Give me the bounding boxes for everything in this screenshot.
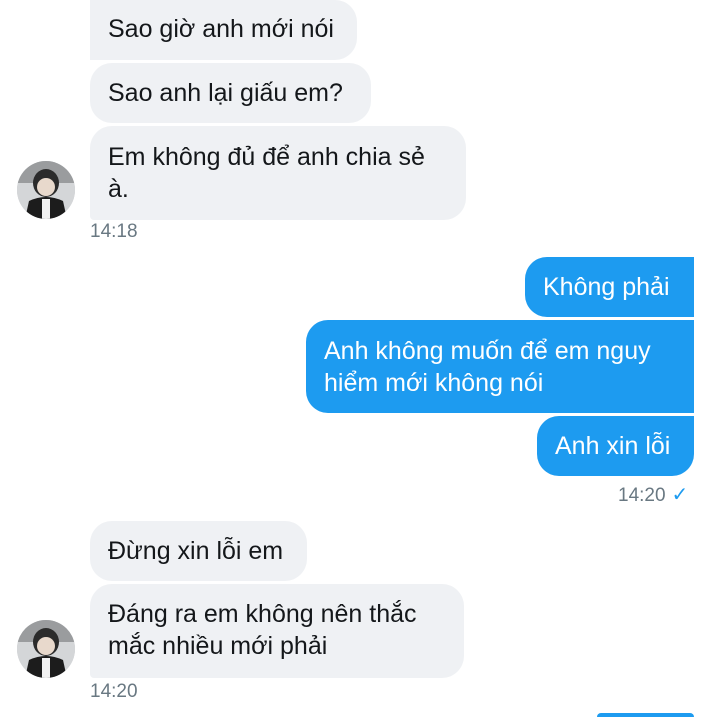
outgoing-message[interactable]: Anh xin lỗi — [537, 416, 694, 476]
timestamp: 14:20 — [618, 485, 666, 506]
incoming-message[interactable]: Đừng xin lỗi em — [90, 521, 307, 581]
chat-thread: Sao giờ anh mới nói Sao anh lại giấu em?… — [0, 0, 720, 717]
incoming-message[interactable]: Đáng ra em không nên thắc mắc nhiều mới … — [90, 584, 464, 678]
avatar[interactable] — [17, 161, 75, 219]
outgoing-message[interactable]: Anh không muốn để em nguy hiểm mới không… — [306, 320, 694, 413]
incoming-message[interactable]: Em không đủ để anh chia sẻ à. — [90, 126, 466, 220]
avatar[interactable] — [17, 620, 75, 678]
timestamp: 14:20 — [90, 681, 138, 702]
incoming-message[interactable]: Sao giờ anh mới nói — [90, 0, 357, 60]
incoming-message[interactable]: Sao anh lại giấu em? — [90, 63, 371, 123]
outgoing-message-partial — [597, 713, 694, 717]
timestamp: 14:18 — [90, 221, 138, 242]
user-avatar-image — [17, 620, 75, 678]
check-icon: ✓ — [671, 484, 689, 506]
user-avatar-image — [17, 161, 75, 219]
timestamp-row: 14:20 ✓ — [618, 482, 688, 507]
outgoing-message[interactable]: Không phải — [525, 257, 694, 317]
